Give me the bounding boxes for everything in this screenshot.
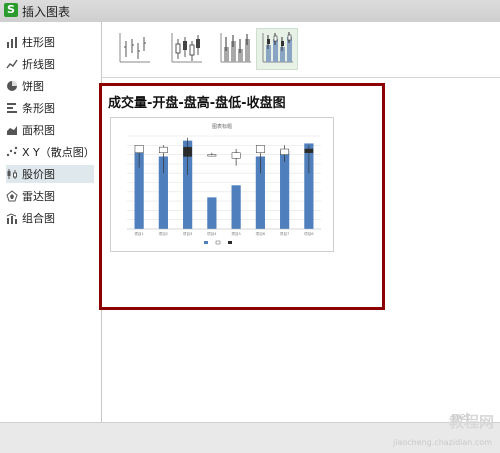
chart-subtype-strip [102, 22, 500, 78]
radar-chart-icon [6, 190, 18, 202]
sidebar-item-label: X Y（散点图） [22, 146, 95, 159]
legend-swatch [228, 241, 232, 244]
chart-type-sidebar: 柱形图折线图饼图条形图面积图 X Y（散点图） 股价图雷达图组合图 [0, 22, 102, 422]
candle-body [280, 148, 290, 155]
bar-chart-icon [6, 102, 18, 114]
column-chart-icon [6, 36, 18, 48]
sidebar-item-label: 雷达图 [22, 190, 55, 203]
x-tick-label: 项目4 [207, 231, 217, 236]
stock-vohlc-icon [262, 32, 293, 63]
volume-bar [207, 197, 217, 229]
x-tick-label: 项目5 [231, 231, 240, 236]
title-bar: S 插入图表 [0, 0, 500, 23]
candle-body [255, 145, 265, 153]
candle-body [158, 146, 168, 153]
stock-ohlc-subtype[interactable] [165, 28, 207, 70]
sidebar-item-column-chart[interactable]: 柱形图 [6, 33, 94, 51]
x-tick-label: 项目3 [183, 231, 192, 236]
stock-vohlc-subtype[interactable] [256, 28, 298, 70]
stock-vhlc-icon [220, 33, 251, 63]
chart-preview[interactable]: 图表标题项目1 项目2 项目3 项目4 项目5 项目6 项目7 项目8 [110, 117, 334, 252]
candle-body [304, 148, 314, 153]
stock-hlc-subtype[interactable] [113, 28, 155, 70]
sidebar-item-radar-chart[interactable]: 雷达图 [6, 187, 94, 205]
sidebar-item-label: 饼图 [22, 80, 44, 93]
volume-bar [280, 150, 290, 229]
watermark-url: jiaocheng.chazidian.com [392, 438, 492, 447]
scatter-chart-icon [6, 146, 18, 158]
candle-body [231, 152, 241, 159]
stock-chart-icon [6, 168, 18, 180]
x-tick-label: 项目6 [256, 231, 266, 236]
sidebar-item-combo-chart[interactable]: 组合图 [6, 209, 94, 227]
watermark-net: net [452, 410, 471, 423]
dialog-title: 插入图表 [22, 5, 71, 19]
area-chart-icon [6, 124, 18, 136]
pie-chart-icon [6, 80, 18, 92]
sidebar-item-label: 柱形图 [22, 36, 55, 49]
combo-chart-icon [6, 212, 18, 224]
sidebar-item-label: 面积图 [22, 124, 55, 137]
sidebar-item-stock-chart[interactable]: 股价图 [6, 165, 94, 183]
insert-chart-dialog: S 插入图表 柱形图折线图饼图条形图面积图 X Y（散点图） 股价图雷达图组合图 [0, 0, 500, 453]
sidebar-item-scatter-chart[interactable]: X Y（散点图） [6, 143, 95, 161]
x-tick-label: 项目8 [304, 231, 314, 236]
sidebar-item-line-chart[interactable]: 折线图 [6, 55, 94, 73]
sidebar-item-area-chart[interactable]: 面积图 [6, 121, 94, 139]
candle-body [207, 154, 217, 157]
x-tick-label: 项目2 [159, 231, 168, 236]
line-chart-icon [6, 58, 18, 70]
candle-body [183, 146, 193, 157]
sidebar-item-pie-chart[interactable]: 饼图 [6, 77, 94, 95]
stock-ohlc-icon [171, 33, 202, 63]
sidebar-item-label: 组合图 [22, 212, 55, 225]
sidebar-item-label: 折线图 [22, 58, 55, 71]
volume-bar [231, 185, 241, 229]
chart-title: 图表标题 [212, 123, 232, 130]
x-tick-label: 项目1 [134, 231, 143, 236]
stock-vhlc-subtype[interactable] [214, 28, 256, 70]
chart-preview-label: 成交量-开盘-盘高-盘低-收盘图 [108, 96, 286, 111]
app-logo-icon: S [4, 3, 18, 17]
sidebar-item-bar-chart[interactable]: 条形图 [6, 99, 94, 117]
candle-body [134, 145, 144, 153]
preview-chart-svg: 图表标题项目1 项目2 项目3 项目4 项目5 项目6 项目7 项目8 [127, 123, 321, 245]
legend-swatch [204, 241, 208, 244]
stock-hlc-icon [119, 33, 150, 63]
x-tick-label: 项目7 [280, 231, 289, 236]
sidebar-item-label: 股价图 [22, 168, 55, 181]
legend-swatch [215, 240, 221, 245]
sidebar-item-label: 条形图 [22, 102, 55, 115]
